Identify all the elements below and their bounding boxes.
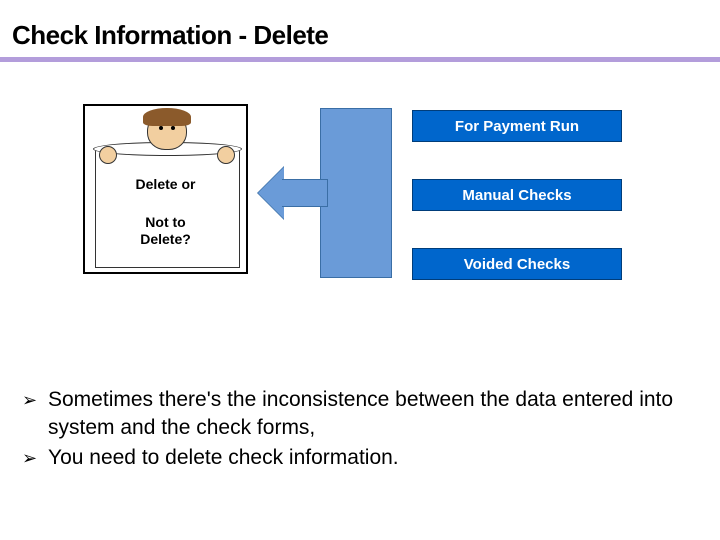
cartoon-eye-right bbox=[171, 126, 175, 130]
cartoon-hand-left bbox=[99, 146, 117, 164]
bullet-list: ➢ Sometimes there's the inconsistence be… bbox=[22, 386, 692, 474]
diagram-area: Delete or Not toDelete? For Payment Run … bbox=[0, 62, 720, 322]
bullet-item: ➢ Sometimes there's the inconsistence be… bbox=[22, 386, 692, 442]
cartoon-eye-left bbox=[159, 126, 163, 130]
cartoon-text-line2: Not toDelete? bbox=[85, 214, 246, 248]
label-manual-checks: Manual Checks bbox=[412, 179, 622, 211]
label-voided-checks: Voided Checks bbox=[412, 248, 622, 280]
page-title: Check Information - Delete bbox=[0, 0, 720, 57]
cartoon-hand-right bbox=[217, 146, 235, 164]
label-for-payment-run: For Payment Run bbox=[412, 110, 622, 142]
cartoon-hair bbox=[143, 108, 191, 126]
bullet-marker-icon: ➢ bbox=[22, 444, 42, 472]
left-arrow-icon bbox=[258, 167, 328, 219]
bullet-marker-icon: ➢ bbox=[22, 386, 42, 414]
bullet-text: Sometimes there's the inconsistence betw… bbox=[48, 386, 692, 442]
bullet-text: You need to delete check information. bbox=[48, 444, 399, 472]
vertical-block bbox=[320, 108, 392, 278]
bullet-item: ➢ You need to delete check information. bbox=[22, 444, 692, 472]
cartoon-text-line1: Delete or bbox=[85, 176, 246, 192]
cartoon-illustration: Delete or Not toDelete? bbox=[83, 104, 248, 274]
scroll-paper bbox=[95, 148, 240, 268]
